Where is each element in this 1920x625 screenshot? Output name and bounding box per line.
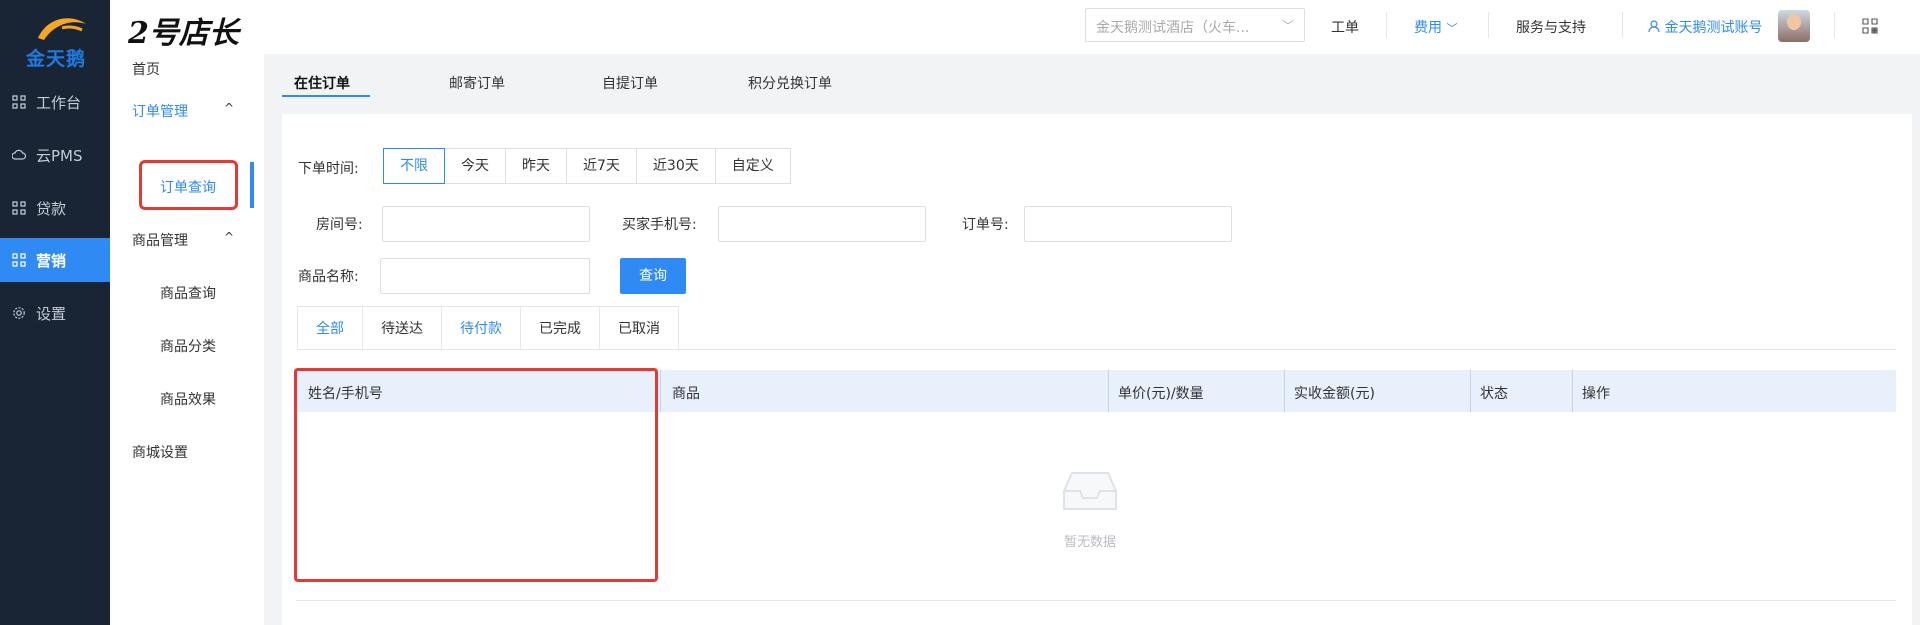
nav-cloud-pms[interactable]: 云PMS bbox=[0, 133, 110, 177]
swan-logo-icon bbox=[38, 18, 86, 40]
time-option-yesterday[interactable]: 昨天 bbox=[505, 148, 567, 184]
order-no-label: 订单号: bbox=[962, 217, 1009, 233]
fees-label: 费用 bbox=[1414, 20, 1442, 36]
subnav-goods-query[interactable]: 商品查询 bbox=[160, 283, 216, 303]
column-divider bbox=[660, 370, 661, 412]
query-button[interactable]: 查询 bbox=[620, 258, 686, 294]
col-goods: 商品 bbox=[672, 386, 700, 402]
column-divider bbox=[1284, 370, 1285, 412]
tab-points-orders[interactable]: 积分兑换订单 bbox=[748, 73, 832, 93]
panel-divider bbox=[296, 600, 1896, 601]
buyer-phone-input[interactable] bbox=[718, 206, 926, 242]
gear-icon bbox=[13, 307, 25, 319]
logo: 金天鹅 bbox=[0, 0, 110, 76]
chevron-down-icon: ﹀ bbox=[1281, 19, 1294, 33]
status-tab-completed[interactable]: 已完成 bbox=[520, 306, 600, 350]
cloud-icon bbox=[12, 149, 26, 160]
account-menu[interactable]: 金天鹅测试账号 bbox=[1648, 17, 1762, 37]
status-tab-all[interactable]: 全部 bbox=[297, 306, 363, 350]
nav-label: 设置 bbox=[36, 304, 67, 323]
header-divider bbox=[1488, 12, 1489, 38]
tab-in-house-orders[interactable]: 在住订单 bbox=[294, 73, 350, 93]
time-option-custom[interactable]: 自定义 bbox=[714, 148, 791, 184]
nav-label: 贷款 bbox=[36, 199, 67, 218]
column-divider bbox=[1108, 370, 1109, 412]
header-divider bbox=[1622, 12, 1623, 38]
chevron-down-icon: ﹀ bbox=[1446, 22, 1458, 35]
goods-name-label: 商品名称: bbox=[298, 269, 359, 285]
grid-icon bbox=[12, 95, 26, 109]
logo-text: 金天鹅 bbox=[26, 48, 87, 70]
chevron-up-icon[interactable]: ^ bbox=[224, 230, 234, 244]
subnav-home[interactable]: 首页 bbox=[132, 59, 160, 79]
status-tabs: 全部 待送达 待付款 已完成 已取消 bbox=[297, 306, 679, 350]
brand-title: 2号店长 bbox=[128, 16, 239, 51]
avatar[interactable] bbox=[1778, 10, 1810, 42]
time-option-today[interactable]: 今天 bbox=[444, 148, 506, 184]
order-no-input[interactable] bbox=[1024, 206, 1232, 242]
order-type-tabs: 在住订单 邮寄订单 自提订单 积分兑换订单 bbox=[264, 54, 1920, 114]
header-divider bbox=[1834, 12, 1835, 38]
chevron-up-icon[interactable]: ^ bbox=[224, 101, 234, 115]
col-amount: 实收金额(元) bbox=[1294, 386, 1375, 402]
subnav-mall-settings[interactable]: 商城设置 bbox=[132, 442, 188, 462]
workorder-link[interactable]: 工单 bbox=[1331, 17, 1359, 37]
nav-label: 营销 bbox=[36, 251, 67, 270]
col-actions: 操作 bbox=[1582, 386, 1610, 402]
order-panel: 下单时间: 不限 今天 昨天 近7天 近30天 自定义 房间号: 买家手机号: … bbox=[282, 114, 1912, 625]
subnav-order-mgmt[interactable]: 订单管理 bbox=[132, 101, 188, 121]
store-select-value: 金天鹅测试酒店（火车... bbox=[1096, 20, 1250, 36]
status-tab-pending-delivery[interactable]: 待送达 bbox=[362, 306, 442, 350]
goods-name-input[interactable] bbox=[380, 258, 590, 294]
highlight-box bbox=[294, 368, 658, 582]
main-content: 在住订单 邮寄订单 自提订单 积分兑换订单 下单时间: 不限 今天 昨天 近7天… bbox=[264, 54, 1920, 625]
time-range-group: 不限 今天 昨天 近7天 近30天 自定义 bbox=[383, 148, 791, 184]
time-option-all[interactable]: 不限 bbox=[383, 148, 445, 184]
nav-settings[interactable]: 设置 bbox=[0, 291, 110, 335]
room-label: 房间号: bbox=[316, 217, 363, 233]
main-sidebar: 金天鹅 工作台 云PMS 贷款 营销 设置 bbox=[0, 0, 110, 625]
nav-workbench[interactable]: 工作台 bbox=[0, 80, 110, 124]
fees-menu[interactable]: 费用 ﹀ bbox=[1414, 17, 1457, 37]
service-support-link[interactable]: 服务与支持 bbox=[1516, 17, 1586, 37]
account-name: 金天鹅测试账号 bbox=[1664, 20, 1763, 36]
subnav-goods-category[interactable]: 商品分类 bbox=[160, 336, 216, 356]
nav-label: 工作台 bbox=[36, 93, 82, 112]
status-tab-pending-payment[interactable]: 待付款 bbox=[441, 306, 521, 350]
tab-mail-orders[interactable]: 邮寄订单 bbox=[449, 73, 505, 93]
column-divider bbox=[1470, 370, 1471, 412]
subnav-goods-effect[interactable]: 商品效果 bbox=[160, 389, 216, 409]
active-indicator bbox=[250, 162, 254, 208]
nav-marketing[interactable]: 营销 bbox=[0, 238, 110, 282]
nav-label: 云PMS bbox=[36, 146, 83, 165]
col-price-qty: 单价(元)/数量 bbox=[1118, 386, 1204, 402]
tabs-baseline bbox=[298, 349, 1896, 350]
time-option-30days[interactable]: 近30天 bbox=[635, 148, 716, 184]
buyer-phone-label: 买家手机号: bbox=[622, 217, 697, 233]
column-divider bbox=[1572, 370, 1573, 412]
store-select[interactable]: 金天鹅测试酒店（火车... ﹀ bbox=[1085, 8, 1305, 42]
nav-loan[interactable]: 贷款 bbox=[0, 186, 110, 230]
grid-icon bbox=[12, 253, 26, 267]
col-status: 状态 bbox=[1480, 386, 1508, 402]
top-header: 2号店长 金天鹅测试酒店（火车... ﹀ 工单 费用 ﹀ 服务与支持 金天鹅测试… bbox=[110, 0, 1920, 54]
order-time-label: 下单时间: bbox=[298, 161, 359, 177]
grid-icon bbox=[12, 201, 26, 215]
secondary-sidebar: 首页 订单管理 ^ 订单查询 商品管理 ^ 商品查询 商品分类 商品效果 商城设… bbox=[110, 54, 264, 625]
highlight-box bbox=[139, 160, 238, 210]
status-tab-cancelled[interactable]: 已取消 bbox=[599, 306, 679, 350]
header-divider bbox=[1386, 12, 1387, 38]
empty-text: 暂无数据 bbox=[1064, 535, 1117, 550]
tab-pickup-orders[interactable]: 自提订单 bbox=[602, 73, 658, 93]
user-icon bbox=[1648, 20, 1660, 33]
active-tab-underline bbox=[282, 95, 370, 97]
empty-inbox-icon bbox=[1063, 472, 1117, 510]
time-option-7days[interactable]: 近7天 bbox=[566, 148, 637, 184]
room-input[interactable] bbox=[382, 206, 590, 242]
subnav-goods-mgmt[interactable]: 商品管理 bbox=[132, 230, 188, 250]
qrcode-icon[interactable] bbox=[1862, 18, 1878, 34]
